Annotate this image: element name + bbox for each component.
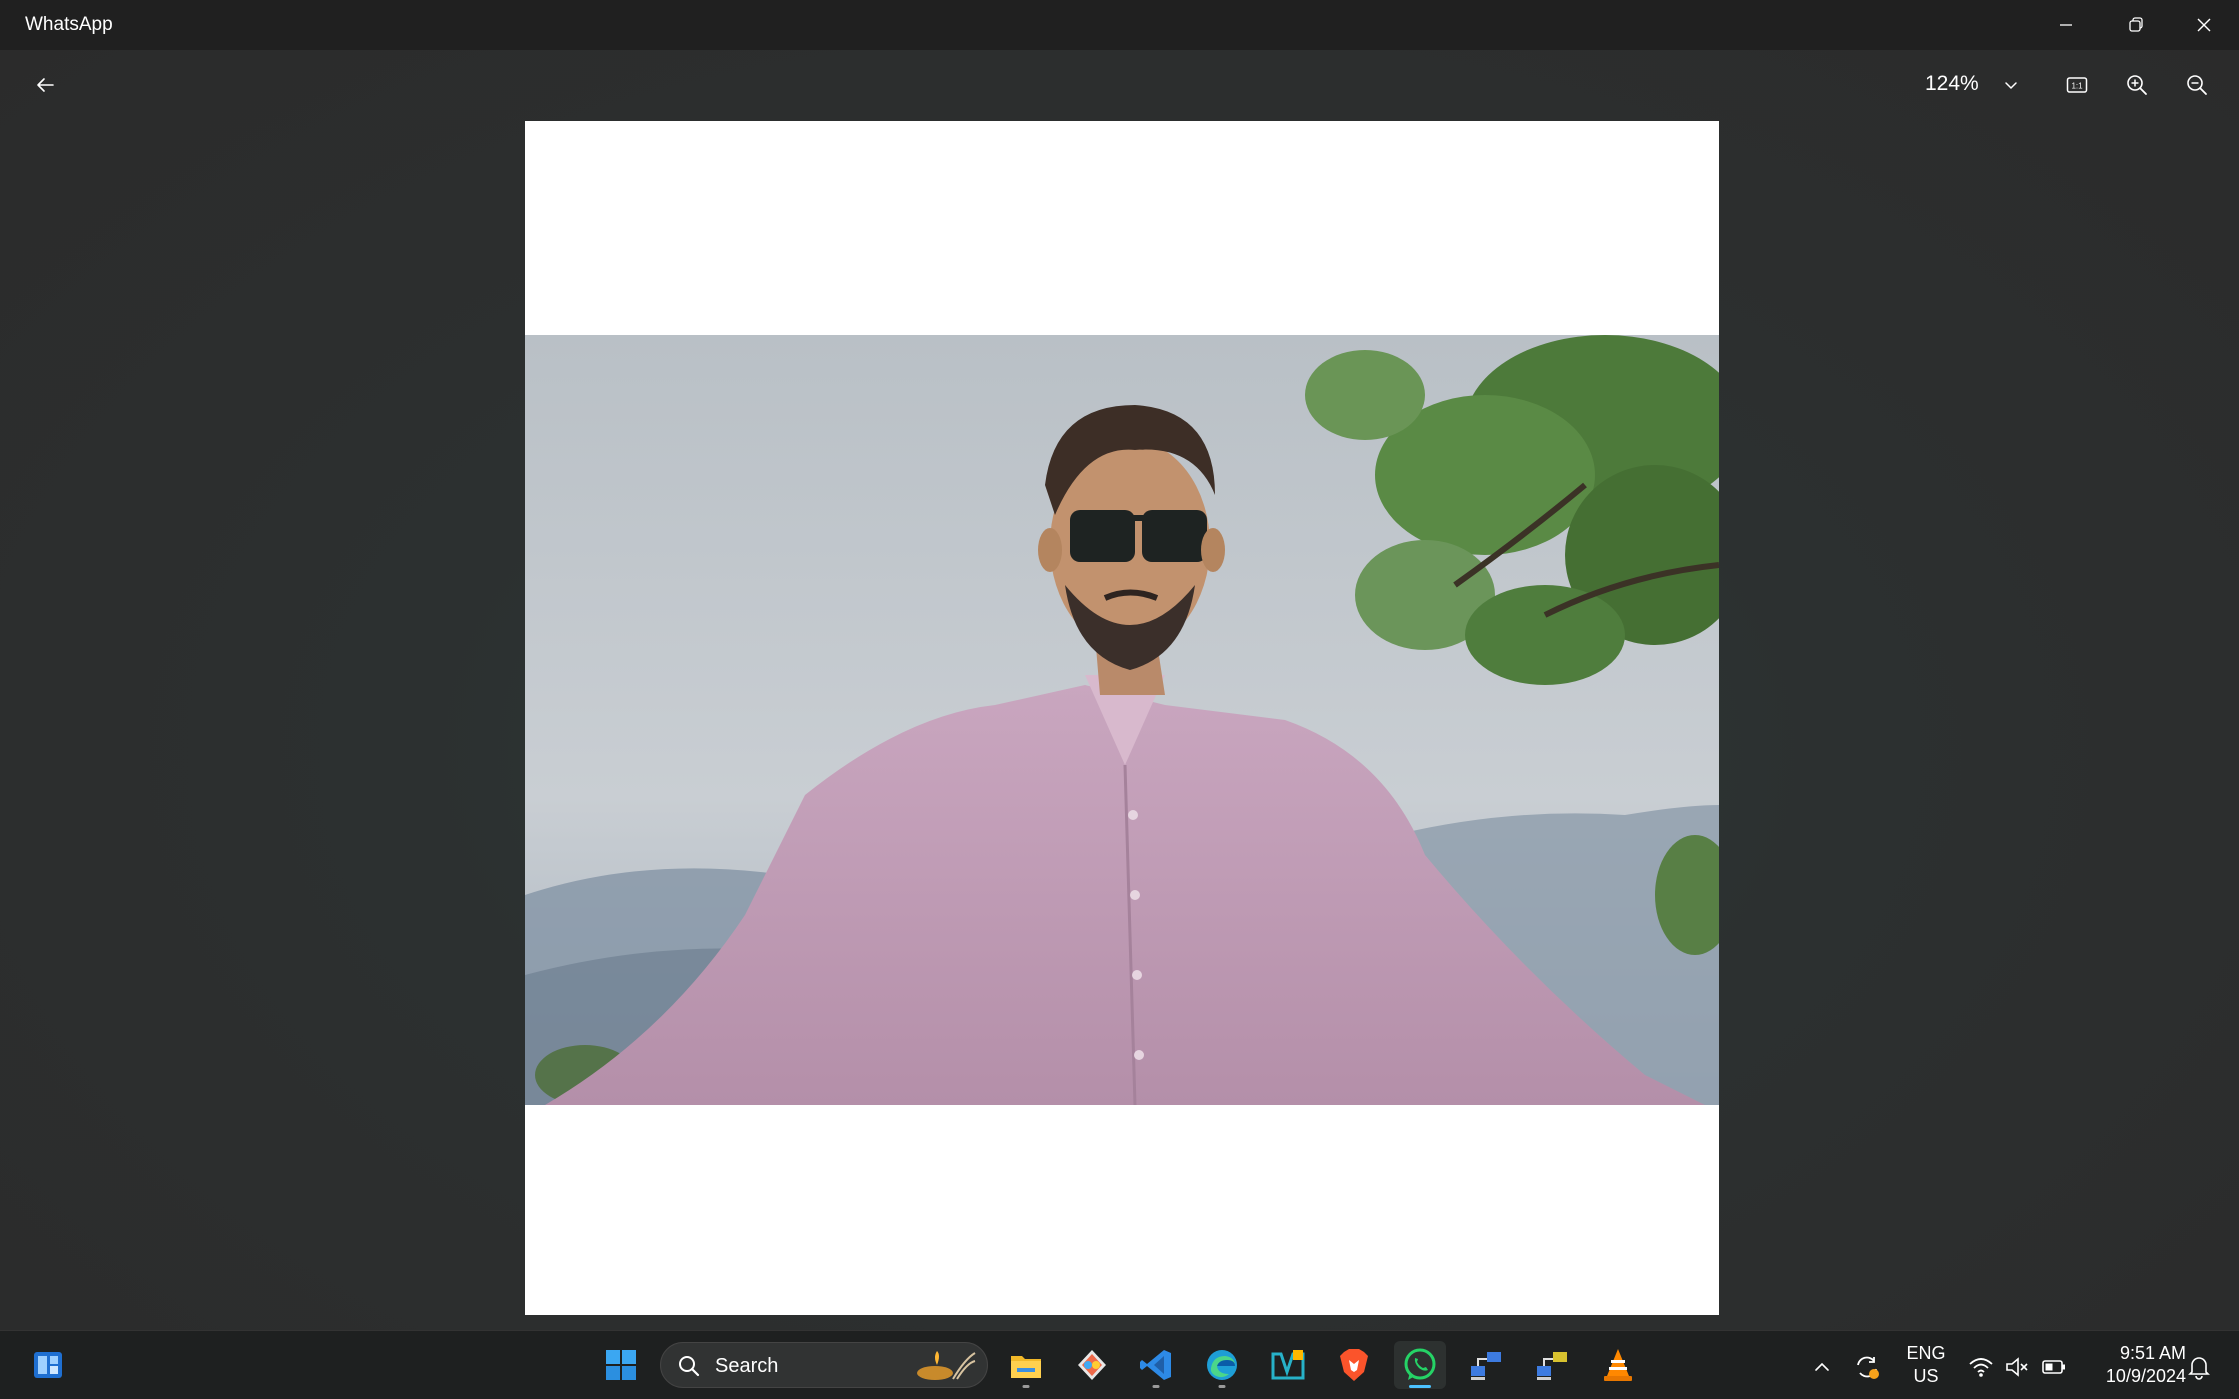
bell-icon	[2188, 1357, 2210, 1380]
notifications-button[interactable]	[2185, 1353, 2213, 1381]
close-icon	[2197, 18, 2211, 32]
taskbar-network-tool-2[interactable]	[1526, 1341, 1578, 1389]
portrait-photo	[525, 335, 1719, 1105]
sync-status-button[interactable]	[1853, 1353, 1881, 1381]
image-canvas[interactable]	[525, 121, 1719, 1315]
zoom-out-button[interactable]	[2173, 64, 2221, 106]
running-indicator	[1152, 1385, 1160, 1388]
widgets-icon	[34, 1352, 62, 1378]
actual-size-icon: 1:1	[2066, 77, 2088, 93]
show-hidden-icons-button[interactable]	[1808, 1353, 1836, 1381]
zoom-out-icon	[2187, 75, 2207, 95]
back-arrow-icon	[37, 78, 54, 92]
taskbar-vlc[interactable]	[1592, 1341, 1644, 1389]
network-tool-icon	[1471, 1352, 1501, 1380]
restore-icon	[2129, 17, 2143, 32]
photo	[525, 335, 1719, 1105]
start-button[interactable]	[595, 1341, 647, 1389]
zoom-in-button[interactable]	[2113, 64, 2161, 106]
vlc-icon	[1604, 1349, 1632, 1381]
vscode-icon	[1140, 1350, 1171, 1380]
battery-status[interactable]	[2040, 1353, 2068, 1381]
clock-time: 9:51 AM	[2119, 1343, 2186, 1363]
language-code: ENG	[1906, 1343, 1946, 1363]
image-viewer: 124% 1:1	[0, 50, 2239, 1330]
minimize-icon	[2060, 24, 2072, 26]
clock[interactable]: 9:51 AM 10/9/2024	[2086, 1342, 2186, 1388]
taskbar-search[interactable]: Search	[660, 1342, 988, 1388]
folder-icon	[1011, 1356, 1041, 1378]
zoom-level[interactable]: 124%	[1925, 72, 1979, 96]
sync-icon	[1857, 1356, 1879, 1379]
running-indicator	[1022, 1385, 1030, 1388]
back-button[interactable]	[21, 64, 69, 106]
restore-button[interactable]	[2102, 0, 2170, 50]
search-label: Search	[715, 1355, 779, 1377]
input-language[interactable]: ENG US	[1900, 1342, 1952, 1388]
clock-date: 10/9/2024	[2105, 1366, 2186, 1386]
brave-icon	[1340, 1349, 1368, 1381]
whatsapp-icon	[1404, 1348, 1436, 1380]
viewer-toolbar: 124% 1:1	[0, 50, 2239, 120]
taskbar-network-tool[interactable]	[1460, 1341, 1512, 1389]
snipping-tool-icon	[1078, 1350, 1106, 1380]
taskbar-vs-app[interactable]	[1262, 1341, 1314, 1389]
wifi-icon	[1969, 1358, 1993, 1377]
app-icon	[1271, 1350, 1305, 1380]
running-indicator	[1409, 1385, 1431, 1388]
actual-size-button[interactable]: 1:1	[2053, 64, 2101, 106]
network-tool-icon	[1537, 1352, 1567, 1380]
taskbar-brave[interactable]	[1328, 1341, 1380, 1389]
edge-icon	[1207, 1350, 1237, 1380]
actual-size-label: 1:1	[2071, 82, 2083, 91]
window-title: WhatsApp	[25, 14, 113, 35]
battery-icon	[2042, 1360, 2065, 1374]
taskbar-vscode[interactable]	[1130, 1341, 1182, 1389]
zoom-dropdown[interactable]	[1996, 64, 2026, 106]
taskbar-snipping-tool[interactable]	[1066, 1341, 1118, 1389]
taskbar-edge[interactable]	[1196, 1341, 1248, 1389]
title-bar: WhatsApp	[0, 0, 2239, 50]
minimize-button[interactable]	[2032, 0, 2100, 50]
diya-lamp-icon	[917, 1351, 976, 1380]
close-button[interactable]	[2170, 0, 2238, 50]
volume-muted-icon	[2006, 1357, 2028, 1377]
chevron-down-icon	[2005, 82, 2017, 90]
zoom-in-icon	[2127, 75, 2147, 95]
volume-status[interactable]	[2003, 1353, 2031, 1381]
widgets-button[interactable]	[22, 1341, 74, 1389]
taskbar: Search ENG US 9:51 AM 10/9/2024	[0, 1330, 2239, 1399]
chevron-up-icon	[1815, 1362, 1829, 1371]
region-code: US	[1913, 1366, 1939, 1386]
windows-logo-icon	[606, 1350, 636, 1380]
search-icon	[679, 1356, 700, 1377]
running-indicator	[1218, 1385, 1226, 1388]
taskbar-whatsapp[interactable]	[1394, 1341, 1446, 1389]
wifi-status[interactable]	[1967, 1353, 1995, 1381]
taskbar-file-explorer[interactable]	[1000, 1341, 1052, 1389]
